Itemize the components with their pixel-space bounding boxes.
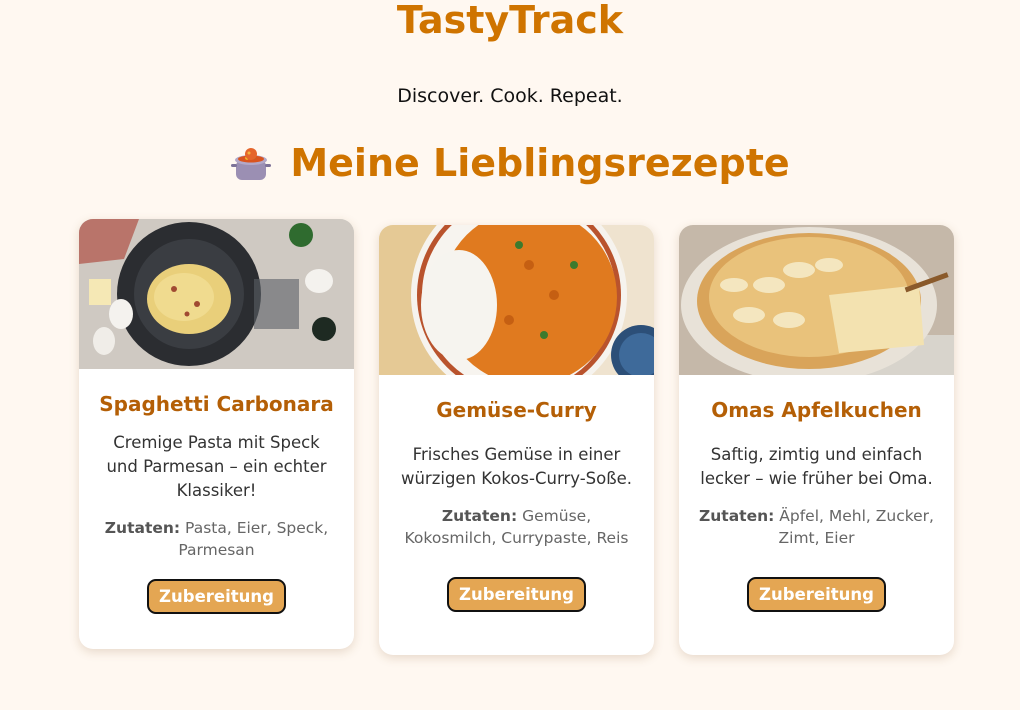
zubereitung-button[interactable]: Zubereitung xyxy=(147,579,286,614)
recipe-description: Frisches Gemüse in einer würzigen Kokos-… xyxy=(400,445,633,488)
recipe-title: Omas Apfelkuchen xyxy=(711,398,922,422)
recipe-card-carbonara: Spaghetti Carbonara Cremige Pasta mit Sp… xyxy=(79,219,354,649)
recipe-description: Cremige Pasta mit Speck und Parmesan – e… xyxy=(106,433,327,500)
recipe-card-apfelkuchen: Omas Apfelkuchen Saftig, zimtig und einf… xyxy=(679,225,954,655)
ingredients-list: Gemüse, Kokosmilch, Currypaste, Reis xyxy=(404,507,629,547)
ingredients-label: Zutaten: xyxy=(104,519,181,537)
recipe-ingredients: Zutaten: Gemüse, Kokosmilch, Currypaste,… xyxy=(397,505,636,549)
section-heading: Meine Lieblingsrezepte xyxy=(0,138,1020,188)
brand-title: TastyTrack xyxy=(396,0,624,42)
curry-image xyxy=(379,225,654,375)
recipe-ingredients: Zutaten: Äpfel, Mehl, Zucker, Zimt, Eier xyxy=(697,505,936,549)
recipe-description: Saftig, zimtig und einfach lecker – wie … xyxy=(700,445,933,488)
ingredients-label: Zutaten: xyxy=(699,507,775,525)
section-title: Meine Lieblingsrezepte xyxy=(290,141,790,185)
zubereitung-button[interactable]: Zubereitung xyxy=(447,577,586,612)
recipe-card-curry: Gemüse-Curry Frisches Gemüse in einer wü… xyxy=(379,225,654,655)
cooking-pot-icon xyxy=(230,142,272,184)
recipe-title: Gemüse-Curry xyxy=(436,398,597,422)
ingredients-list: Pasta, Eier, Speck, Parmesan xyxy=(178,519,329,559)
zubereitung-button[interactable]: Zubereitung xyxy=(747,577,886,612)
ingredients-label: Zutaten: xyxy=(441,507,518,525)
ingredients-list: Äpfel, Mehl, Zucker, Zimt, Eier xyxy=(778,507,934,547)
tagline: Discover. Cook. Repeat. xyxy=(397,85,623,107)
apfelkuchen-image xyxy=(679,225,954,375)
carbonara-image xyxy=(79,219,354,369)
recipe-title: Spaghetti Carbonara xyxy=(99,392,334,416)
recipe-ingredients: Zutaten: Pasta, Eier, Speck, Parmesan xyxy=(97,517,336,561)
